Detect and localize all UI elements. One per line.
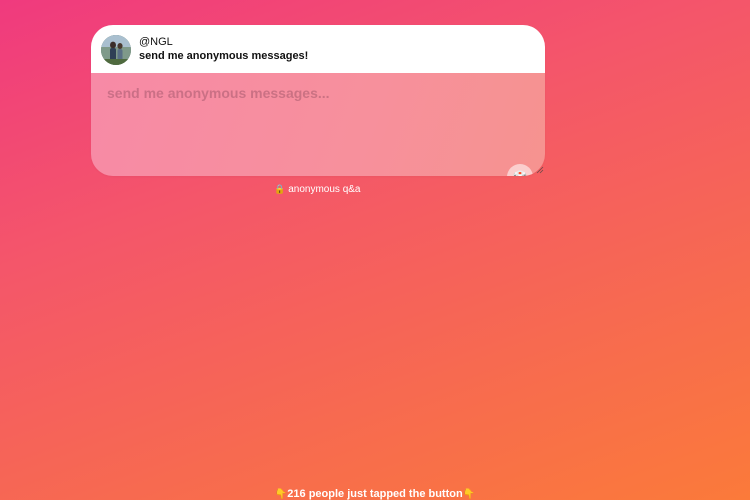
resize-handle-icon[interactable] — [536, 166, 544, 174]
avatar-image — [101, 35, 131, 65]
dice-icon: 🎲 — [513, 170, 528, 176]
lock-icon: 🔒 — [274, 184, 286, 194]
point-down-icon: 👇 — [462, 489, 476, 500]
message-input[interactable] — [91, 73, 545, 176]
tagline-text: anonymous q&a — [288, 184, 361, 195]
card-header: @NGL send me anonymous messages! — [91, 25, 545, 73]
message-area: 🎲 — [91, 73, 545, 176]
footer-cta[interactable]: 👇216 people just tapped the button👇 — [0, 488, 750, 500]
footer-cta-text: 216 people just tapped the button — [287, 488, 463, 500]
prompt-title: send me anonymous messages! — [139, 50, 309, 62]
avatar — [101, 35, 131, 65]
tagline: 🔒 anonymous q&a — [274, 184, 361, 195]
username: @NGL — [139, 36, 173, 48]
point-down-icon: 👇 — [274, 489, 288, 500]
message-card: @NGL send me anonymous messages! 🎲 — [91, 25, 545, 176]
